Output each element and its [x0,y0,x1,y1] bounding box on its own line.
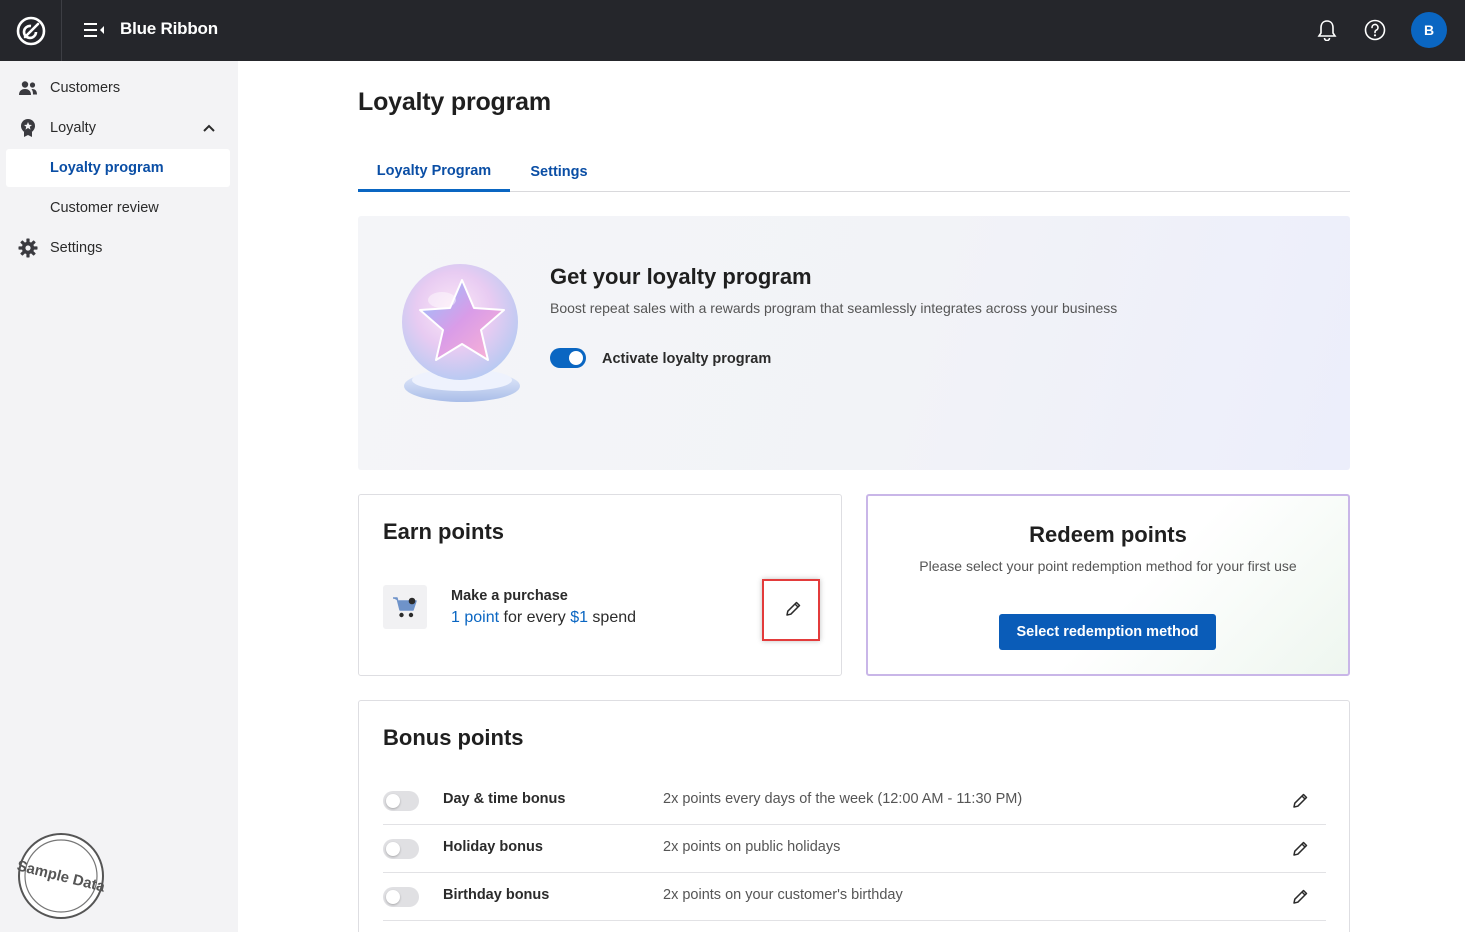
select-redemption-method-button[interactable]: Select redemption method [999,614,1216,650]
sidebar: Customers Loyalty Loyalty program Custom… [0,61,238,932]
sample-data-stamp: Sample Data [15,833,107,919]
bonus-row-day-time: Day & time bonus 2x points every days of… [383,777,1326,825]
tab-loyalty-program[interactable]: Loyalty Program [358,152,510,192]
bonus-description: 2x points on your customer's birthday [663,887,903,903]
activation-banner: Get your loyalty program Boost repeat sa… [358,216,1350,470]
bell-icon[interactable] [1314,17,1340,43]
star-trophy-illustration [402,264,520,402]
logo-icon[interactable] [0,0,62,61]
sidebar-item-label: Loyalty program [50,160,164,176]
tab-settings[interactable]: Settings [518,152,600,192]
pencil-icon [786,601,801,616]
sidebar-item-label: Loyalty [50,120,96,136]
sidebar-item-customer-review[interactable]: Customer review [6,189,230,227]
redeem-points-title: Redeem points [1029,522,1187,547]
help-icon[interactable] [1362,17,1388,43]
chevron-up-icon[interactable] [202,121,216,137]
redeem-points-card: Redeem points Please select your point r… [866,494,1350,676]
bonus-points-card: Bonus points Day & time bonus 2x points … [358,700,1350,932]
activate-loyalty-label: Activate loyalty program [602,351,772,367]
page-title: Loyalty program [358,88,551,116]
sidebar-item-settings[interactable]: Settings [6,229,230,267]
activate-loyalty-toggle[interactable] [550,348,586,368]
top-bar: Blue Ribbon B [0,0,1465,61]
earn-points-title: Earn points [383,519,505,544]
earn-rule-end: spend [587,609,637,626]
loyalty-badge-icon [6,118,50,138]
day-time-bonus-toggle[interactable] [383,791,419,811]
earn-rule-mid: for every [499,609,571,626]
sidebar-item-label: Customers [50,80,121,96]
bonus-name: Holiday bonus [443,839,543,855]
earn-rule-points: 1 point [451,609,500,626]
sidebar-item-loyalty[interactable]: Loyalty [6,109,230,147]
earn-rule-label: Make a purchase [451,588,568,604]
earn-points-card: Earn points Make a purchase 1 point for … [358,494,842,676]
holiday-bonus-toggle[interactable] [383,839,419,859]
sidebar-item-loyalty-program[interactable]: Loyalty program [6,149,230,187]
bonus-name: Birthday bonus [443,887,550,903]
pencil-icon [1293,841,1308,856]
tab-bar: Loyalty Program Settings [358,152,1350,192]
bonus-row-holiday: Holiday bonus 2x points on public holida… [383,825,1326,873]
birthday-bonus-toggle[interactable] [383,887,419,907]
pencil-icon [1293,793,1308,808]
edit-day-time-bonus-button[interactable] [1286,787,1314,815]
bonus-name: Day & time bonus [443,791,566,807]
earn-rule-text: 1 point for every $1 spend [451,609,636,627]
earn-rule-amount: $1 [570,609,588,626]
brand-name: Blue Ribbon [120,19,218,38]
edit-earn-rule-button[interactable] [779,595,807,623]
menu-collapse-icon[interactable] [84,19,106,41]
sidebar-item-label: Settings [50,240,103,256]
bonus-description: 2x points every days of the week (12:00 … [663,791,1023,807]
gear-icon [6,238,50,258]
bonus-row-birthday: Birthday bonus 2x points on your custome… [383,873,1326,921]
pencil-icon [1293,889,1308,904]
sidebar-item-label: Customer review [50,200,159,216]
cart-icon [383,585,427,629]
edit-holiday-bonus-button[interactable] [1286,835,1314,863]
customers-icon [6,80,50,96]
hero-title: Get your loyalty program [550,264,812,289]
hero-subtitle: Boost repeat sales with a rewards progra… [550,300,1118,316]
user-avatar[interactable]: B [1411,12,1447,48]
redeem-points-subtitle: Please select your point redemption meth… [919,558,1297,574]
bonus-description: 2x points on public holidays [663,839,841,855]
bonus-points-title: Bonus points [383,725,524,750]
edit-birthday-bonus-button[interactable] [1286,883,1314,911]
sidebar-item-customers[interactable]: Customers [6,69,230,107]
